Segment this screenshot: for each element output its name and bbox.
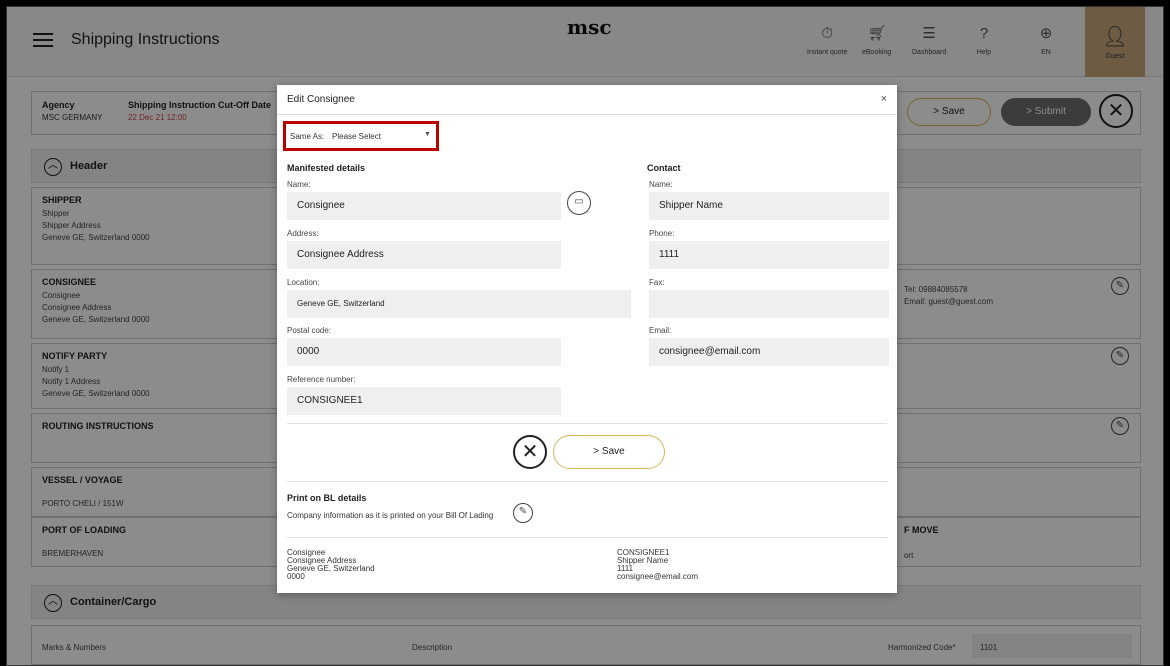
caret-down-icon: ▼	[424, 131, 431, 138]
divider	[287, 423, 887, 424]
bl-left-line: 0000	[287, 572, 305, 581]
same-as-value[interactable]: Please Select	[332, 132, 381, 141]
postal-code-label: Postal code:	[287, 326, 332, 335]
address-input[interactable]: Consignee Address	[287, 241, 561, 269]
postal-code-input[interactable]: 0000	[287, 338, 561, 366]
email-label: Email:	[649, 326, 672, 335]
email-input[interactable]: consignee@email.com	[649, 338, 889, 366]
manifested-details-title: Manifested details	[287, 163, 366, 173]
same-as-select[interactable]: Same As: Please Select ▼	[283, 121, 439, 151]
contact-title: Contact	[647, 163, 681, 173]
bl-details-subtitle: Company information as it is printed on …	[287, 511, 494, 520]
bl-details-title: Print on BL details	[287, 493, 367, 503]
phone-input[interactable]: 1111	[649, 241, 889, 269]
modal-save-button[interactable]: > Save	[553, 435, 665, 469]
same-as-label: Same As:	[290, 132, 325, 141]
address-label: Address:	[287, 229, 319, 238]
location-label: Location:	[287, 278, 320, 287]
name-label: Name:	[287, 180, 311, 189]
address-book-icon[interactable]: ▭	[567, 191, 591, 215]
edit-consignee-modal: Edit Consignee × Same As: Please Select …	[277, 85, 897, 593]
contact-name-input[interactable]: Shipper Name	[649, 192, 889, 220]
cancel-close-icon[interactable]: ✕	[513, 435, 547, 469]
fax-label: Fax:	[649, 278, 665, 287]
edit-bl-icon[interactable]: ✎	[513, 503, 533, 523]
bl-right-block: CONSIGNEE1 Shipper Name 1111 consignee@e…	[617, 549, 698, 581]
fax-input[interactable]	[649, 290, 889, 318]
name-input[interactable]: Consignee	[287, 192, 561, 220]
modal-title: Edit Consignee	[287, 94, 355, 105]
location-input[interactable]: Geneve GE, Switzerland	[287, 290, 631, 318]
modal-header: Edit Consignee ×	[277, 85, 897, 115]
bl-right-line: consignee@email.com	[617, 572, 699, 581]
phone-label: Phone:	[649, 229, 675, 238]
app-frame: Shipping Instructions msc ⏱ Instant quot…	[6, 6, 1164, 666]
reference-label: Reference number:	[287, 375, 356, 384]
reference-input[interactable]: CONSIGNEE1	[287, 387, 561, 415]
bl-left-block: Consignee Consignee Address Geneve GE, S…	[287, 549, 375, 581]
divider	[287, 537, 887, 538]
modal-close-icon[interactable]: ×	[881, 93, 887, 105]
contact-name-label: Name:	[649, 180, 673, 189]
divider	[287, 481, 887, 482]
